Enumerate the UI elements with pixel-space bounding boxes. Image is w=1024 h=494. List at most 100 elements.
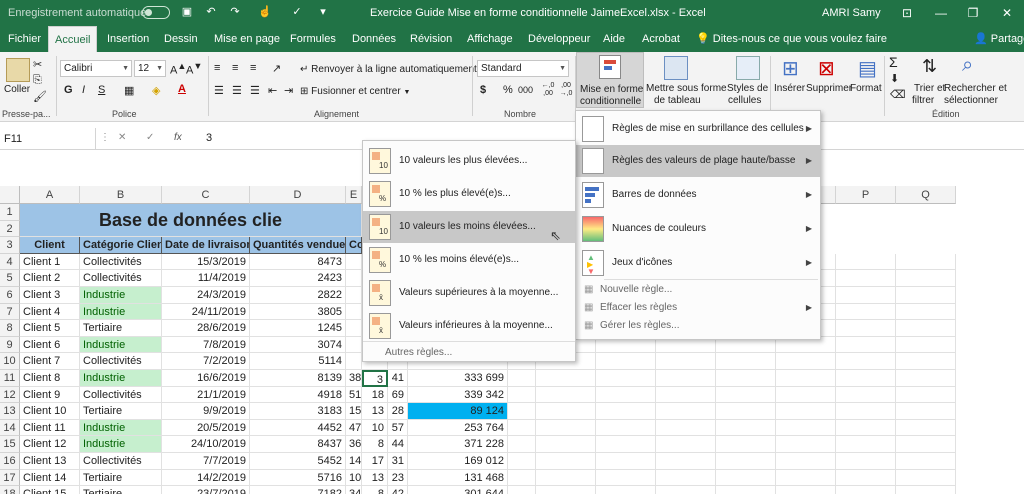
client-cell[interactable]: Client 1 bbox=[20, 253, 80, 271]
empty-cell[interactable] bbox=[836, 453, 896, 470]
more-rules-item[interactable]: Autres règles... bbox=[385, 347, 452, 358]
increase-font-icon[interactable]: A▲ bbox=[170, 61, 186, 77]
value-cell[interactable]: 34 bbox=[346, 486, 362, 494]
touch-mode-icon[interactable]: ☝ bbox=[258, 5, 272, 19]
value-cell[interactable]: 8 bbox=[362, 436, 388, 453]
delivery-date-cell[interactable]: 14/2/2019 bbox=[162, 469, 250, 487]
value-cell[interactable]: 51 bbox=[346, 386, 362, 404]
quantity-cell[interactable]: 2822 bbox=[250, 287, 346, 304]
tell-me-search[interactable]: 💡 Dites-nous ce que vous voulez faire bbox=[690, 26, 893, 52]
column-header[interactable]: D bbox=[250, 186, 346, 204]
empty-cell[interactable] bbox=[536, 419, 596, 437]
empty-cell[interactable] bbox=[836, 469, 896, 487]
increase-decimal-button[interactable]: ←,0 ,00 bbox=[540, 82, 556, 98]
empty-cell[interactable] bbox=[508, 403, 536, 420]
row-header[interactable]: 13 bbox=[0, 403, 20, 420]
empty-cell[interactable] bbox=[596, 436, 656, 453]
cut-icon[interactable]: ✂ bbox=[33, 58, 42, 71]
tab-insertion[interactable]: Insertion bbox=[101, 26, 155, 52]
ribbon-options-icon[interactable]: ⊡ bbox=[892, 0, 922, 26]
redo-icon[interactable]: ↷ bbox=[228, 5, 242, 19]
paste-icon[interactable] bbox=[6, 58, 30, 82]
value-cell[interactable]: 15 bbox=[346, 403, 362, 420]
table-header-cell[interactable]: Date de livraison bbox=[162, 237, 250, 254]
value-cell[interactable] bbox=[346, 320, 362, 337]
clear-icon[interactable]: ⌫ bbox=[890, 88, 906, 101]
empty-cell[interactable] bbox=[776, 386, 836, 404]
empty-cell[interactable] bbox=[896, 253, 956, 271]
empty-cell[interactable] bbox=[776, 370, 836, 387]
select-all-corner[interactable] bbox=[0, 186, 20, 204]
empty-cell[interactable] bbox=[596, 386, 656, 404]
fill-color-icon[interactable]: ◈ bbox=[152, 84, 160, 97]
submenu-item[interactable]: x̄ Valeurs inférieures à la moyenne... bbox=[363, 310, 575, 342]
row-header[interactable]: 10 bbox=[0, 353, 20, 370]
tab-mise-en-page[interactable]: Mise en page bbox=[208, 26, 286, 52]
table-header-cell[interactable]: Quantités vendues bbox=[250, 237, 346, 254]
client-cell[interactable]: Client 4 bbox=[20, 303, 80, 321]
quantity-cell[interactable]: 5452 bbox=[250, 453, 346, 470]
tab-donnees[interactable]: Données bbox=[346, 26, 402, 52]
category-cell[interactable]: Tertiaire bbox=[80, 469, 162, 487]
empty-cell[interactable] bbox=[656, 353, 716, 370]
font-name-combo[interactable]: Calibri ▼ bbox=[60, 60, 132, 77]
empty-cell[interactable] bbox=[508, 469, 536, 487]
delivery-date-cell[interactable]: 7/8/2019 bbox=[162, 336, 250, 354]
empty-cell[interactable] bbox=[716, 469, 776, 487]
tab-fichier[interactable]: Fichier bbox=[2, 26, 47, 52]
empty-cell[interactable] bbox=[776, 486, 836, 494]
amount-cell[interactable]: 333 699 bbox=[408, 370, 508, 387]
delivery-date-cell[interactable]: 16/6/2019 bbox=[162, 370, 250, 387]
value-cell[interactable]: 13 bbox=[362, 469, 388, 487]
tab-accueil[interactable]: Accueil bbox=[48, 26, 98, 53]
tab-affichage[interactable]: Affichage bbox=[461, 26, 519, 52]
value-cell[interactable]: 8 bbox=[362, 486, 388, 494]
quantity-cell[interactable]: 7182 bbox=[250, 486, 346, 494]
align-middle-icon[interactable]: ≡ bbox=[232, 62, 238, 74]
conditional-formatting-button[interactable]: Mise en forme conditionnelle bbox=[576, 52, 644, 108]
empty-cell[interactable] bbox=[536, 453, 596, 470]
delete-button[interactable]: Supprimer bbox=[806, 83, 852, 94]
empty-cell[interactable] bbox=[716, 453, 776, 470]
value-cell[interactable]: 31 bbox=[388, 453, 408, 470]
empty-cell[interactable] bbox=[836, 436, 896, 453]
amount-cell[interactable]: 169 012 bbox=[408, 453, 508, 470]
client-cell[interactable]: Client 11 bbox=[20, 419, 80, 437]
delivery-date-cell[interactable]: 7/2/2019 bbox=[162, 353, 250, 370]
empty-cell[interactable] bbox=[836, 320, 896, 337]
quantity-cell[interactable]: 8139 bbox=[250, 370, 346, 387]
category-cell[interactable]: Collectivités bbox=[80, 353, 162, 370]
row-header[interactable]: 2 bbox=[0, 220, 20, 238]
copy-icon[interactable]: ⎘ bbox=[33, 74, 42, 87]
empty-cell[interactable] bbox=[508, 370, 536, 387]
empty-cell[interactable] bbox=[656, 419, 716, 437]
category-cell[interactable]: Industrie bbox=[80, 370, 162, 387]
insert-button[interactable]: Insérer bbox=[774, 83, 805, 94]
row-header[interactable]: 17 bbox=[0, 469, 20, 487]
delivery-date-cell[interactable]: 11/4/2019 bbox=[162, 270, 250, 287]
delivery-date-cell[interactable]: 24/3/2019 bbox=[162, 287, 250, 304]
value-cell[interactable]: 28 bbox=[388, 403, 408, 420]
value-cell[interactable]: 41 bbox=[388, 370, 408, 387]
value-cell[interactable]: 10 bbox=[362, 419, 388, 437]
client-cell[interactable]: Client 12 bbox=[20, 436, 80, 453]
align-bottom-icon[interactable]: ≡ bbox=[250, 62, 256, 74]
empty-cell[interactable] bbox=[716, 403, 776, 420]
minimize-icon[interactable]: — bbox=[926, 0, 956, 26]
category-cell[interactable]: Industrie bbox=[80, 303, 162, 321]
delete-cells-icon[interactable]: ⊠ bbox=[818, 56, 835, 81]
empty-cell[interactable] bbox=[656, 486, 716, 494]
column-header[interactable]: B bbox=[80, 186, 162, 204]
quantity-cell[interactable]: 5716 bbox=[250, 469, 346, 487]
empty-cell[interactable] bbox=[716, 486, 776, 494]
empty-cell[interactable] bbox=[508, 436, 536, 453]
empty-cell[interactable] bbox=[536, 436, 596, 453]
value-cell[interactable]: 14 bbox=[346, 453, 362, 470]
client-cell[interactable]: Client 2 bbox=[20, 270, 80, 287]
quantity-cell[interactable]: 8473 bbox=[250, 253, 346, 271]
underline-button[interactable]: S bbox=[98, 84, 105, 96]
format-as-table-icon[interactable] bbox=[664, 56, 688, 80]
tab-dessin[interactable]: Dessin bbox=[158, 26, 204, 52]
row-header[interactable]: 4 bbox=[0, 253, 20, 271]
row-header[interactable]: 14 bbox=[0, 419, 20, 437]
